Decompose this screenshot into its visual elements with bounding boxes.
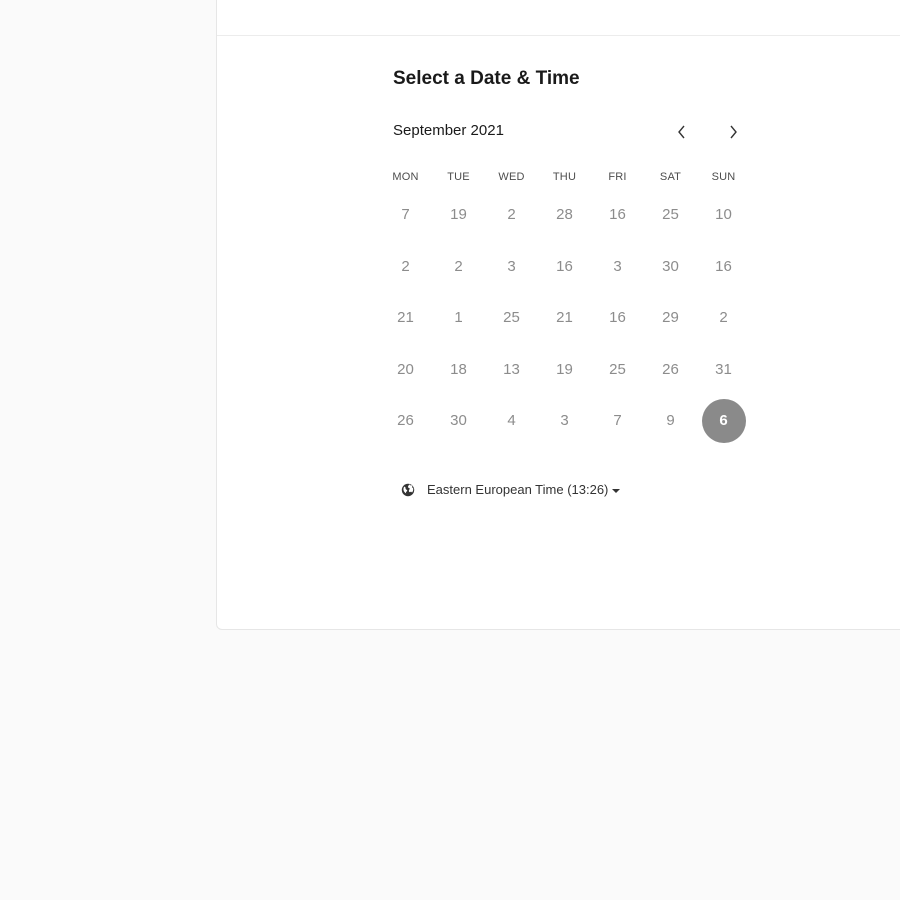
calendar-day: 3 xyxy=(507,257,516,275)
calendar-day: 28 xyxy=(556,206,573,224)
weekday-label: SAT xyxy=(659,171,682,183)
calendar-day: 19 xyxy=(450,206,467,224)
weekday-header-row: MON TUE WED THU FRI SAT SUN xyxy=(379,171,757,183)
calendar-day: 7 xyxy=(613,412,622,430)
calendar-day: 9 xyxy=(666,412,675,430)
calendar-day: 25 xyxy=(662,206,679,224)
weekday-label: WED xyxy=(498,171,525,183)
weekday-label: THU xyxy=(552,171,577,183)
calendar-day: 19 xyxy=(556,360,573,378)
calendar-day: 16 xyxy=(715,257,732,275)
panel-divider xyxy=(217,35,900,36)
calendar-day: 16 xyxy=(609,206,626,224)
calendar-day: 18 xyxy=(450,360,467,378)
calendar-day: 25 xyxy=(503,309,520,327)
calendar-day: 21 xyxy=(556,309,573,327)
calendar-day: 2 xyxy=(401,257,410,275)
calendar-day: 10 xyxy=(715,206,732,224)
globe-icon xyxy=(401,483,415,496)
calendar-day: 16 xyxy=(556,257,573,275)
previous-month-button[interactable] xyxy=(670,120,694,144)
calendar-day: 25 xyxy=(609,360,626,378)
next-month-button[interactable] xyxy=(721,120,745,144)
calendar-day: 31 xyxy=(715,360,732,378)
scheduler-panel: Select a Date & Time September 2021 MON … xyxy=(216,0,900,630)
calendar-day: 2 xyxy=(719,309,728,327)
selected-day-label: 6 xyxy=(701,398,746,443)
calendar-week-row: 2 2 3 16 3 30 16 xyxy=(379,241,757,293)
calendar-day: 26 xyxy=(397,412,414,430)
timezone-label: Eastern European Time (13:26) xyxy=(427,482,609,497)
calendar-day: 13 xyxy=(503,360,520,378)
calendar-day: 7 xyxy=(401,206,410,224)
calendar-day: 21 xyxy=(397,309,414,327)
calendar-day: 20 xyxy=(397,360,414,378)
page-title: Select a Date & Time xyxy=(393,68,580,89)
calendar-day: 30 xyxy=(662,257,679,275)
calendar-day: 1 xyxy=(454,309,463,327)
month-label: September 2021 xyxy=(393,122,504,139)
weekday-label: FRI xyxy=(608,171,627,183)
weekday-label: MON xyxy=(392,171,419,183)
weekday-label: TUE xyxy=(447,171,470,183)
calendar-day-selected[interactable]: 6 xyxy=(697,398,750,443)
chevron-left-icon xyxy=(678,125,685,139)
calendar-day: 30 xyxy=(450,412,467,430)
timezone-selector[interactable]: Eastern European Time (13:26) xyxy=(401,482,621,497)
calendar-day: 4 xyxy=(507,412,516,430)
calendar-week-row: 7 19 2 28 16 25 10 xyxy=(379,189,757,241)
calendar-day: 3 xyxy=(613,257,622,275)
calendar-day: 2 xyxy=(507,206,516,224)
calendar-week-row: 21 1 25 21 16 29 2 xyxy=(379,292,757,344)
calendar-grid: 7 19 2 28 16 25 10 2 2 3 16 3 30 16 21 1… xyxy=(379,189,757,447)
calendar-day: 2 xyxy=(454,257,463,275)
calendar-week-row: 26 30 4 3 7 9 6 xyxy=(379,395,757,447)
weekday-label: SUN xyxy=(711,171,736,183)
calendar-day: 26 xyxy=(662,360,679,378)
calendar-day: 3 xyxy=(560,412,569,430)
chevron-right-icon xyxy=(730,125,737,139)
calendar-day: 16 xyxy=(609,309,626,327)
calendar-week-row: 20 18 13 19 25 26 31 xyxy=(379,344,757,396)
calendar-day: 29 xyxy=(662,309,679,327)
caret-down-icon xyxy=(612,488,621,493)
